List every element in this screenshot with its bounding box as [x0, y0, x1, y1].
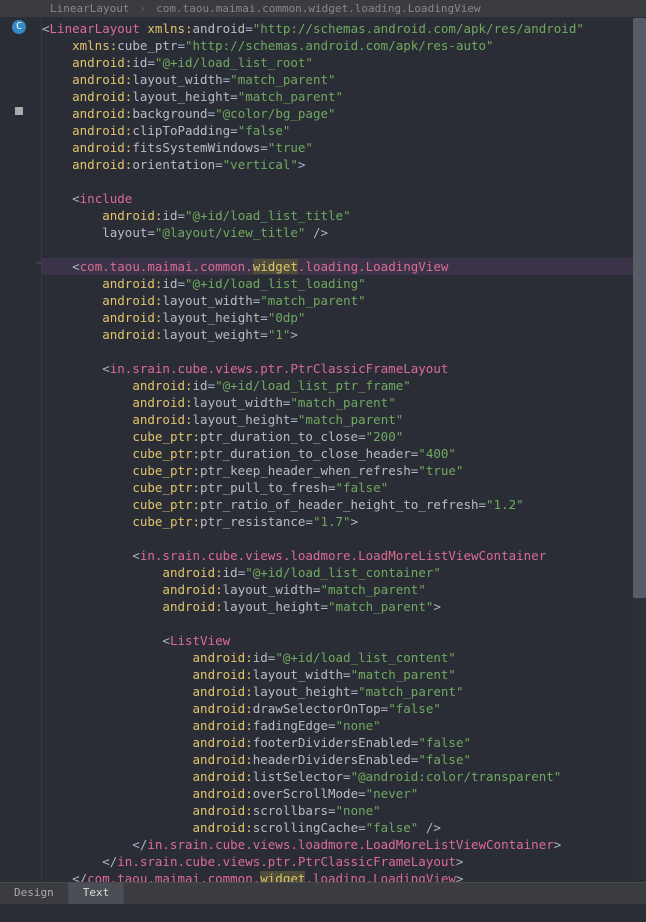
editor-gutter[interactable]: C − — [0, 17, 42, 882]
code-line[interactable]: cube_ptr:ptr_keep_header_when_refresh="t… — [42, 462, 646, 479]
code-line[interactable]: cube_ptr:ptr_ratio_of_header_height_to_r… — [42, 496, 646, 513]
scroll-thumb[interactable] — [633, 18, 646, 598]
code-line[interactable]: android:id="@+id/load_list_content" — [42, 649, 646, 666]
code-line[interactable]: android:layout_height="match_parent" — [42, 88, 646, 105]
chevron-right-icon: › — [139, 2, 146, 15]
code-line[interactable]: android:layout_height="match_parent" — [42, 683, 646, 700]
code-line[interactable]: cube_ptr:ptr_duration_to_close_header="4… — [42, 445, 646, 462]
code-line[interactable]: <com.taou.maimai.common.widget.loading.L… — [42, 258, 646, 275]
code-line[interactable]: android:layout_width="match_parent" — [42, 666, 646, 683]
code-line[interactable] — [42, 530, 646, 547]
code-line[interactable]: </com.taou.maimai.common.widget.loading.… — [42, 870, 646, 882]
breadcrumb[interactable]: LinearLayout › com.taou.maimai.common.wi… — [0, 0, 646, 17]
code-line[interactable]: <in.srain.cube.views.ptr.PtrClassicFrame… — [42, 360, 646, 377]
vertical-scrollbar[interactable] — [633, 18, 646, 880]
code-line[interactable]: android:scrollbars="none" — [42, 802, 646, 819]
tab-text[interactable]: Text — [69, 883, 125, 904]
code-line[interactable]: android:listSelector="@android:color/tra… — [42, 768, 646, 785]
code-line[interactable]: android:layout_height="match_parent" — [42, 411, 646, 428]
code-line[interactable] — [42, 241, 646, 258]
code-line[interactable]: </in.srain.cube.views.loadmore.LoadMoreL… — [42, 836, 646, 853]
gutter-mark-icon[interactable] — [15, 107, 23, 115]
breadcrumb-item[interactable]: com.taou.maimai.common.widget.loading.Lo… — [156, 2, 481, 15]
bottom-tabs: Design Text — [0, 882, 646, 904]
fold-minus-icon[interactable]: − — [32, 257, 46, 271]
code-line[interactable]: android:layout_height="match_parent"> — [42, 598, 646, 615]
breadcrumb-item[interactable]: LinearLayout — [50, 2, 129, 15]
code-line[interactable]: android:fitsSystemWindows="true" — [42, 139, 646, 156]
code-line[interactable]: android:id="@+id/load_list_root" — [42, 54, 646, 71]
code-line[interactable] — [42, 173, 646, 190]
code-line[interactable]: <LinearLayout xmlns:android="http://sche… — [42, 20, 646, 37]
code-line[interactable] — [42, 615, 646, 632]
code-line[interactable]: android:drawSelectorOnTop="false" — [42, 700, 646, 717]
code-line[interactable]: <in.srain.cube.views.loadmore.LoadMoreLi… — [42, 547, 646, 564]
code-line[interactable]: android:scrollingCache="false" /> — [42, 819, 646, 836]
code-line[interactable]: android:layout_width="match_parent" — [42, 71, 646, 88]
code-body[interactable]: <LinearLayout xmlns:android="http://sche… — [42, 17, 646, 882]
code-line[interactable]: android:id="@+id/load_list_title" — [42, 207, 646, 224]
code-line[interactable]: cube_ptr:ptr_duration_to_close="200" — [42, 428, 646, 445]
code-line[interactable]: android:id="@+id/load_list_loading" — [42, 275, 646, 292]
code-line[interactable]: cube_ptr:ptr_resistance="1.7"> — [42, 513, 646, 530]
code-line[interactable]: android:footerDividersEnabled="false" — [42, 734, 646, 751]
code-line[interactable]: android:layout_width="match_parent" — [42, 394, 646, 411]
code-line[interactable]: xmlns:cube_ptr="http://schemas.android.c… — [42, 37, 646, 54]
code-line[interactable]: android:id="@+id/load_list_ptr_frame" — [42, 377, 646, 394]
code-line[interactable]: layout="@layout/view_title" /> — [42, 224, 646, 241]
code-line[interactable]: <ListView — [42, 632, 646, 649]
tab-design[interactable]: Design — [0, 883, 69, 904]
code-editor[interactable]: C − <LinearLayout xmlns:android="http://… — [0, 17, 646, 882]
code-line[interactable]: cube_ptr:ptr_pull_to_fresh="false" — [42, 479, 646, 496]
code-line[interactable]: android:fadingEdge="none" — [42, 717, 646, 734]
code-line[interactable]: <include — [42, 190, 646, 207]
code-line[interactable]: android:orientation="vertical"> — [42, 156, 646, 173]
code-line[interactable] — [42, 343, 646, 360]
code-line[interactable]: android:layout_weight="1"> — [42, 326, 646, 343]
code-line[interactable]: android:layout_width="match_parent" — [42, 292, 646, 309]
code-line[interactable]: android:background="@color/bg_page" — [42, 105, 646, 122]
code-line[interactable]: android:id="@+id/load_list_container" — [42, 564, 646, 581]
code-line[interactable]: </in.srain.cube.views.ptr.PtrClassicFram… — [42, 853, 646, 870]
gutter-mark-icon[interactable]: C — [12, 20, 26, 34]
code-line[interactable]: android:layout_width="match_parent" — [42, 581, 646, 598]
code-line[interactable]: android:clipToPadding="false" — [42, 122, 646, 139]
code-line[interactable]: android:overScrollMode="never" — [42, 785, 646, 802]
code-line[interactable]: android:headerDividersEnabled="false" — [42, 751, 646, 768]
code-line[interactable]: android:layout_height="0dp" — [42, 309, 646, 326]
